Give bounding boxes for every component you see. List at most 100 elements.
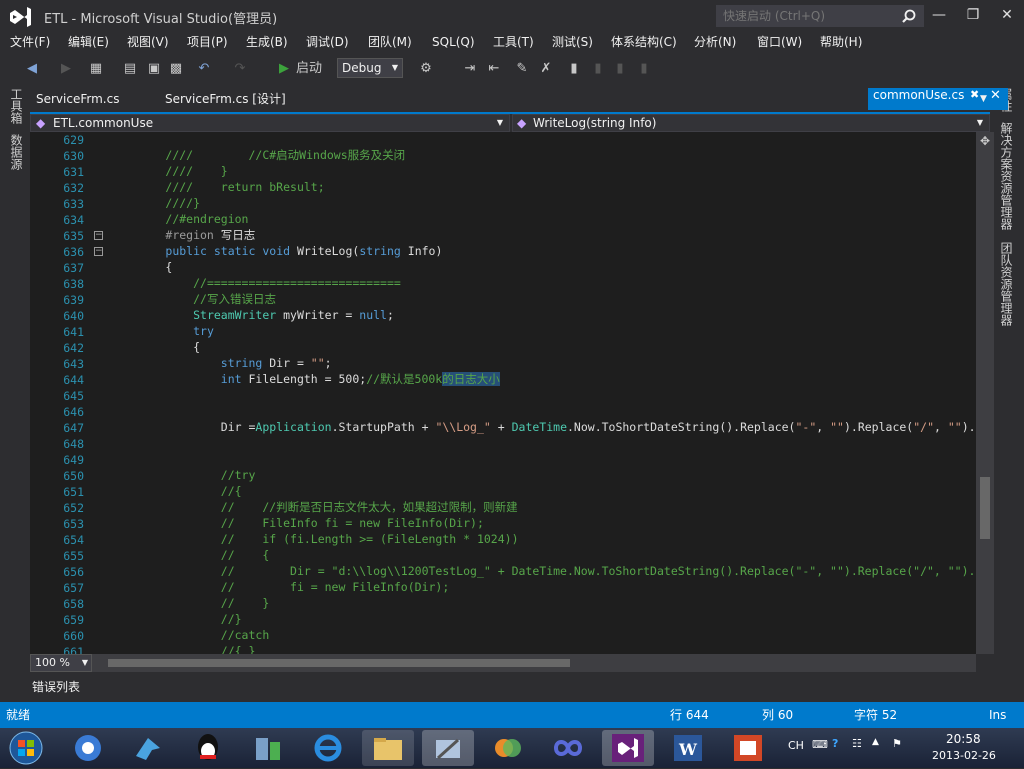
code-line[interactable]: //#endregion bbox=[110, 211, 248, 227]
code-line[interactable]: try bbox=[110, 323, 214, 339]
comment-icon[interactable]: ✎ bbox=[512, 59, 532, 79]
start-debug-icon[interactable]: ▶ bbox=[276, 59, 292, 79]
uncomment-icon[interactable]: ✗ bbox=[536, 59, 556, 79]
code-line[interactable]: //// //C#启动Windows服务及关闭 bbox=[110, 147, 405, 163]
save-icon[interactable]: ▣ bbox=[144, 59, 164, 79]
start-button[interactable] bbox=[6, 730, 46, 766]
menu-debug[interactable]: 调试(D) bbox=[306, 32, 349, 52]
menu-architecture[interactable]: 体系结构(C) bbox=[611, 32, 677, 52]
menu-view[interactable]: 视图(V) bbox=[127, 32, 169, 52]
indent-icon[interactable]: ⇥ bbox=[460, 59, 480, 79]
code-line[interactable]: // fi = new FileInfo(Dir); bbox=[110, 579, 449, 595]
code-line[interactable]: //写入错误日志 bbox=[110, 291, 276, 307]
next-bookmark-icon[interactable]: ▮ bbox=[612, 59, 628, 79]
restore-button[interactable]: ❐ bbox=[960, 5, 986, 25]
menu-file[interactable]: 文件(F) bbox=[10, 32, 50, 52]
quick-launch[interactable] bbox=[716, 5, 924, 27]
back-icon[interactable]: ◀ bbox=[22, 59, 42, 79]
search-icon[interactable] bbox=[902, 9, 916, 23]
tab-overflow-icon[interactable]: ▼ bbox=[980, 88, 987, 110]
code-line[interactable]: { bbox=[110, 259, 172, 275]
taskbar-ie[interactable] bbox=[302, 730, 354, 766]
code-line[interactable]: //{ } bbox=[110, 643, 256, 654]
network-icon[interactable]: ☷ bbox=[852, 737, 862, 750]
code-editor[interactable]: 629 630 631 632 633 634 635 − 636 − 637 638 639 640 64… bbox=[30, 132, 976, 654]
code-line[interactable]: //try bbox=[110, 467, 256, 483]
code-line[interactable]: int FileLength = 500;//默认是500k的日志大小 bbox=[110, 371, 500, 387]
taskbar-visual-studio[interactable] bbox=[602, 730, 654, 766]
tab-servicefrm-cs[interactable]: ServiceFrm.cs bbox=[36, 88, 119, 110]
menu-test[interactable]: 测试(S) bbox=[552, 32, 593, 52]
split-window-icon[interactable]: ✥ bbox=[980, 134, 990, 148]
code-line[interactable]: { bbox=[110, 339, 200, 355]
code-line[interactable]: //catch bbox=[110, 627, 269, 643]
clock-time[interactable]: 20:58 bbox=[946, 732, 981, 746]
code-line[interactable]: // FileInfo fi = new FileInfo(Dir); bbox=[110, 515, 484, 531]
bookmark-icon[interactable]: ▮ bbox=[566, 59, 582, 79]
taskbar-word[interactable]: W bbox=[662, 730, 714, 766]
close-button[interactable]: ✕ bbox=[994, 5, 1020, 25]
language-indicator[interactable]: CH bbox=[788, 739, 804, 752]
minimize-button[interactable]: — bbox=[926, 5, 952, 25]
code-line[interactable]: // //判断是否日志文件太大，如果超过限制，则新建 bbox=[110, 499, 518, 515]
zoom-dropdown[interactable]: 100 % ▼ bbox=[30, 654, 92, 672]
undo-icon[interactable]: ↶ bbox=[194, 59, 214, 79]
vertical-scrollbar[interactable]: ✥ bbox=[976, 132, 994, 654]
menu-edit[interactable]: 编辑(E) bbox=[68, 32, 109, 52]
menu-tools[interactable]: 工具(T) bbox=[493, 32, 534, 52]
menu-analyze[interactable]: 分析(N) bbox=[694, 32, 736, 52]
code-line[interactable]: //} bbox=[110, 611, 242, 627]
vertical-scroll-thumb[interactable] bbox=[980, 477, 990, 539]
new-project-icon[interactable]: ▦ bbox=[86, 59, 106, 79]
taskbar-media-player[interactable] bbox=[62, 730, 114, 766]
menu-window[interactable]: 窗口(W) bbox=[757, 32, 802, 52]
taskbar-bird-app[interactable] bbox=[122, 730, 174, 766]
menu-project[interactable]: 项目(P) bbox=[187, 32, 228, 52]
menu-help[interactable]: 帮助(H) bbox=[820, 32, 862, 52]
code-line[interactable]: public static void WriteLog(string Info) bbox=[110, 243, 442, 259]
close-icon[interactable]: ✕ bbox=[990, 88, 1001, 103]
outdent-icon[interactable]: ⇤ bbox=[484, 59, 504, 79]
code-line[interactable]: // if (fi.Length >= (FileLength * 1024)) bbox=[110, 531, 519, 547]
code-line[interactable]: #region 写日志 bbox=[110, 227, 255, 243]
datasource-tab[interactable]: 数据源 bbox=[8, 134, 25, 170]
code-line[interactable]: //// } bbox=[110, 163, 227, 179]
horizontal-scrollbar[interactable]: 100 % ▼ bbox=[30, 654, 976, 672]
taskbar-network-app[interactable] bbox=[242, 730, 294, 766]
tab-servicefrm-design[interactable]: ServiceFrm.cs [设计] bbox=[165, 88, 286, 110]
clock-date[interactable]: 2013-02-26 bbox=[932, 749, 996, 762]
start-debug-button[interactable]: 启动 bbox=[294, 59, 324, 79]
menu-team[interactable]: 团队(M) bbox=[368, 32, 412, 52]
menu-build[interactable]: 生成(B) bbox=[246, 32, 288, 52]
code-line[interactable]: //============================ bbox=[110, 275, 401, 291]
quick-launch-input[interactable] bbox=[717, 6, 897, 26]
taskbar-infinity-app[interactable] bbox=[542, 730, 594, 766]
prev-bookmark-icon[interactable]: ▮ bbox=[590, 59, 606, 79]
pin-icon[interactable]: ✖ bbox=[970, 88, 979, 101]
chevron-up-icon[interactable]: ▲ bbox=[872, 737, 879, 747]
open-file-icon[interactable]: ▤ bbox=[120, 59, 140, 79]
taskbar-powerpoint[interactable] bbox=[722, 730, 774, 766]
solution-config-dropdown[interactable]: Debug ▼ bbox=[337, 58, 403, 78]
save-all-icon[interactable]: ▩ bbox=[166, 59, 186, 79]
code-line[interactable]: // Dir = "d:\\log\\1200TestLog_" + DateT… bbox=[110, 563, 976, 579]
flag-icon[interactable]: ⚑ bbox=[892, 737, 902, 750]
code-line[interactable]: string Dir = ""; bbox=[110, 355, 332, 371]
clear-bookmarks-icon[interactable]: ▮ bbox=[636, 59, 652, 79]
taskbar-tools-app[interactable] bbox=[422, 730, 474, 766]
code-line[interactable]: //{ bbox=[110, 483, 242, 499]
code-line[interactable]: // } bbox=[110, 595, 269, 611]
horizontal-scroll-thumb[interactable] bbox=[108, 659, 570, 667]
code-line[interactable]: ////} bbox=[110, 195, 200, 211]
member-dropdown[interactable]: ◆ WriteLog(string Info) ▼ bbox=[512, 114, 990, 132]
error-list-tab[interactable]: 错误列表 bbox=[32, 678, 80, 695]
redo-icon[interactable]: ↷ bbox=[230, 59, 250, 79]
taskbar-visual-app[interactable] bbox=[482, 730, 534, 766]
taskbar-explorer[interactable] bbox=[362, 730, 414, 766]
tab-commonuse-cs[interactable]: commonUse.cs ✖ ✕ bbox=[868, 88, 1008, 110]
find-in-files-icon[interactable]: ⚙ bbox=[416, 59, 436, 79]
taskbar-qq[interactable] bbox=[182, 730, 234, 766]
code-line[interactable]: //// return bResult; bbox=[110, 179, 324, 195]
collapse-toggle[interactable]: − bbox=[94, 231, 103, 240]
code-line[interactable]: StreamWriter myWriter = null; bbox=[110, 307, 394, 323]
